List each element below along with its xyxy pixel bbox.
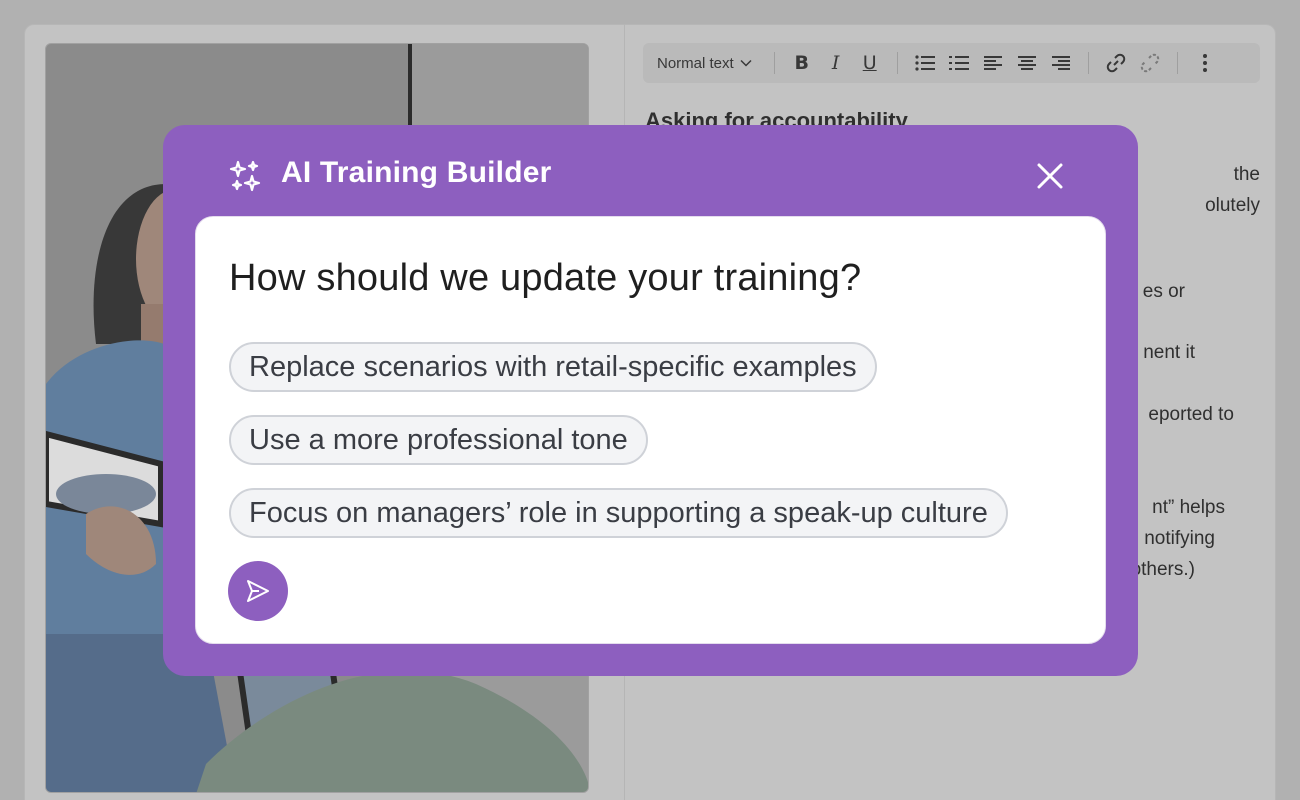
prompt-card: How should we update your training? Repl… [195, 216, 1106, 644]
send-button[interactable] [228, 561, 288, 621]
suggestion-chip-retail-examples[interactable]: Replace scenarios with retail-specific e… [229, 342, 877, 392]
close-icon[interactable] [1035, 161, 1065, 191]
send-icon [247, 580, 269, 602]
modal-title: AI Training Builder [281, 156, 552, 189]
suggestion-chip-managers-role[interactable]: Focus on managers’ role in supporting a … [229, 488, 1008, 538]
modal-header: AI Training Builder [163, 125, 1138, 217]
ai-training-builder-modal: AI Training Builder How should we update… [163, 125, 1138, 676]
prompt-question: How should we update your training? [229, 257, 862, 299]
sparkle-icon [229, 160, 261, 192]
suggestion-chip-professional-tone[interactable]: Use a more professional tone [229, 415, 648, 465]
